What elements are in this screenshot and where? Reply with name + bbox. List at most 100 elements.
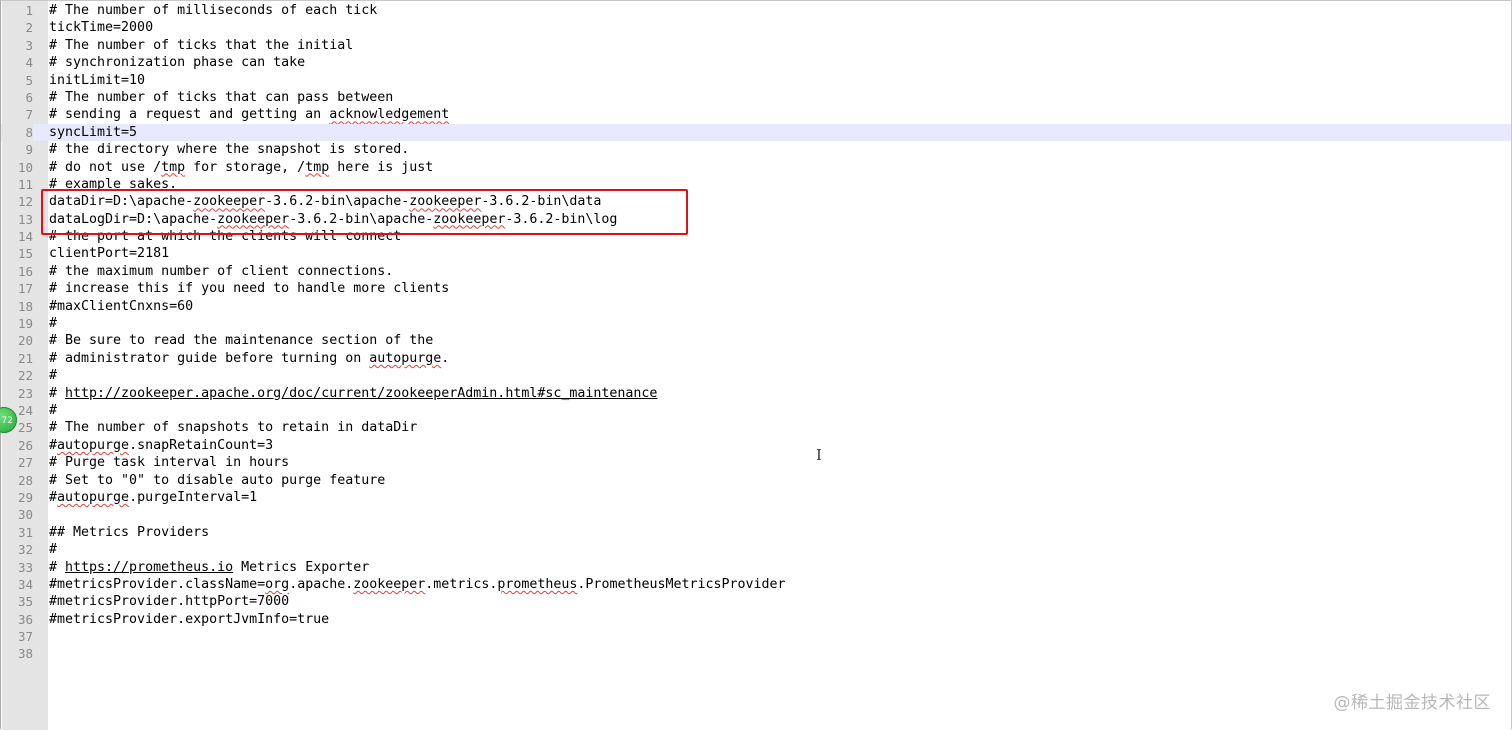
- code-line[interactable]: 28 # Set to "0" to disable auto purge fea…: [1, 472, 1511, 489]
- line-text[interactable]: tickTime=2000: [49, 19, 153, 36]
- code-line[interactable]: 1 # The number of milliseconds of each ti…: [1, 2, 1511, 19]
- line-number: 34: [17, 576, 33, 592]
- code-line[interactable]: 18 #maxClientCnxns=60: [1, 298, 1511, 315]
- line-number: 21: [17, 350, 33, 366]
- line-text[interactable]: clientPort=2181: [49, 245, 169, 262]
- line-number: 19: [17, 316, 33, 332]
- code-line[interactable]: 29 #autopurge.purgeInterval=1: [1, 489, 1511, 506]
- spellcheck-word: autopurge: [57, 489, 130, 505]
- spellcheck-word: autopurge: [369, 350, 442, 366]
- code-line[interactable]: 31 ## Metrics Providers: [1, 524, 1511, 541]
- line-text[interactable]: # sending a request and getting an ackno…: [49, 106, 449, 123]
- code-line[interactable]: 16 # the maximum number of client connect…: [1, 263, 1511, 280]
- code-line[interactable]: 22 #: [1, 367, 1511, 384]
- code-line[interactable]: 35 #metricsProvider.httpPort=7000: [1, 593, 1511, 610]
- code-line[interactable]: 36 #metricsProvider.exportJvmInfo=true: [1, 611, 1511, 628]
- line-number: 14: [17, 229, 33, 245]
- watermark: @稀土掘金技术社区: [1333, 693, 1491, 713]
- text-editor[interactable]: 1 # The number of milliseconds of each ti…: [0, 0, 1512, 730]
- line-text[interactable]: # Set to "0" to disable auto purge featu…: [49, 472, 385, 489]
- line-text[interactable]: # http://zookeeper.apache.org/doc/curren…: [49, 385, 657, 402]
- code-line[interactable]: 27 # Purge task interval in hours: [1, 454, 1511, 471]
- code-line[interactable]: 17 # increase this if you need to handle …: [1, 280, 1511, 297]
- line-number: 37: [17, 629, 33, 645]
- line-text[interactable]: #: [49, 367, 57, 384]
- line-number: 6: [25, 89, 33, 105]
- line-text[interactable]: #metricsProvider.className=org.apache.zo…: [49, 576, 786, 593]
- code-line[interactable]: 6 # The number of ticks that can pass bet…: [1, 89, 1511, 106]
- code-line[interactable]: 3 # The number of ticks that the initial: [1, 37, 1511, 54]
- line-number: 11: [17, 176, 33, 192]
- line-number: 28: [17, 472, 33, 488]
- code-line[interactable]: 30: [1, 506, 1511, 523]
- line-text[interactable]: # The number of ticks that the initial: [49, 37, 353, 54]
- red-highlight-box: [41, 189, 688, 235]
- line-text[interactable]: # The number of ticks that can pass betw…: [49, 89, 393, 106]
- line-number: 22: [17, 368, 33, 384]
- code-line[interactable]: 5 initLimit=10: [1, 72, 1511, 89]
- code-line[interactable]: 20 # Be sure to read the maintenance sect…: [1, 332, 1511, 349]
- line-number: 36: [17, 611, 33, 627]
- line-text[interactable]: #: [49, 541, 57, 558]
- url-link[interactable]: https://prometheus.io: [65, 560, 233, 575]
- spellcheck-word: acknowledgement: [329, 107, 450, 123]
- line-text[interactable]: # Be sure to read the maintenance sectio…: [49, 332, 433, 349]
- code-line[interactable]: 25 # The number of snapshots to retain in…: [1, 419, 1511, 436]
- code-line[interactable]: 9 # the directory where the snapshot is s…: [1, 141, 1511, 158]
- line-text[interactable]: #autopurge.snapRetainCount=3: [49, 437, 273, 454]
- code-line[interactable]: 23 # http://zookeeper.apache.org/doc/curr…: [1, 385, 1511, 402]
- line-text[interactable]: # the directory where the snapshot is st…: [49, 141, 409, 158]
- editor-lines[interactable]: 1 # The number of milliseconds of each ti…: [1, 2, 1511, 663]
- line-text[interactable]: #metricsProvider.exportJvmInfo=true: [49, 611, 329, 628]
- code-line[interactable]: 10 # do not use /tmp for storage, /tmp he…: [1, 159, 1511, 176]
- code-line[interactable]: 15 clientPort=2181: [1, 245, 1511, 262]
- line-text[interactable]: syncLimit=5: [49, 124, 137, 141]
- spellcheck-word: org: [265, 576, 290, 592]
- line-text[interactable]: # increase this if you need to handle mo…: [49, 280, 449, 297]
- line-text[interactable]: initLimit=10: [49, 72, 145, 89]
- line-number: 33: [17, 559, 33, 575]
- line-text[interactable]: # The number of snapshots to retain in d…: [49, 419, 417, 436]
- code-line[interactable]: 33 # https://prometheus.io Metrics Export…: [1, 559, 1511, 576]
- line-number: 30: [17, 507, 33, 523]
- code-line[interactable]: 26 #autopurge.snapRetainCount=3: [1, 437, 1511, 454]
- spellcheck-word: tmp: [305, 159, 330, 175]
- url-link[interactable]: http://zookeeper.apache.org/doc/current/…: [65, 386, 657, 401]
- spellcheck-word: prometheus: [497, 576, 578, 592]
- line-text[interactable]: # synchronization phase can take: [49, 54, 305, 71]
- line-text[interactable]: #maxClientCnxns=60: [49, 298, 193, 315]
- code-line[interactable]: 8 syncLimit=5: [1, 123, 1511, 142]
- line-number: 17: [17, 281, 33, 297]
- line-text[interactable]: #metricsProvider.httpPort=7000: [49, 593, 289, 610]
- line-text[interactable]: # do not use /tmp for storage, /tmp here…: [49, 159, 433, 176]
- code-line[interactable]: 21 # administrator guide before turning o…: [1, 350, 1511, 367]
- line-text[interactable]: # The number of milliseconds of each tic…: [49, 2, 377, 19]
- line-text[interactable]: #autopurge.purgeInterval=1: [49, 489, 257, 506]
- line-number: 2: [25, 20, 33, 36]
- code-line[interactable]: 37: [1, 628, 1511, 645]
- line-text[interactable]: #: [49, 402, 57, 419]
- line-text[interactable]: ## Metrics Providers: [49, 524, 209, 541]
- code-line[interactable]: 2 tickTime=2000: [1, 19, 1511, 36]
- spellcheck-word: autopurge: [57, 437, 130, 453]
- code-line[interactable]: 24 #: [1, 402, 1511, 419]
- line-number: 20: [17, 333, 33, 349]
- code-line[interactable]: 32 #: [1, 541, 1511, 558]
- code-line[interactable]: 19 #: [1, 315, 1511, 332]
- line-number: 18: [17, 298, 33, 314]
- line-text[interactable]: # the maximum number of client connectio…: [49, 263, 393, 280]
- code-line[interactable]: 7 # sending a request and getting an ackn…: [1, 106, 1511, 123]
- line-text[interactable]: # Purge task interval in hours: [49, 454, 289, 471]
- line-number: 32: [17, 542, 33, 558]
- line-text[interactable]: # https://prometheus.io Metrics Exporter: [49, 559, 369, 576]
- line-number: 12: [17, 194, 33, 210]
- line-text[interactable]: #: [49, 315, 57, 332]
- code-line[interactable]: 38: [1, 645, 1511, 662]
- line-number: 29: [17, 489, 33, 505]
- line-text[interactable]: # administrator guide before turning on …: [49, 350, 449, 367]
- line-number: 16: [17, 263, 33, 279]
- code-line[interactable]: 34 #metricsProvider.className=org.apache.…: [1, 576, 1511, 593]
- line-number: 15: [17, 246, 33, 262]
- code-line[interactable]: 4 # synchronization phase can take: [1, 54, 1511, 71]
- line-number: 27: [17, 455, 33, 471]
